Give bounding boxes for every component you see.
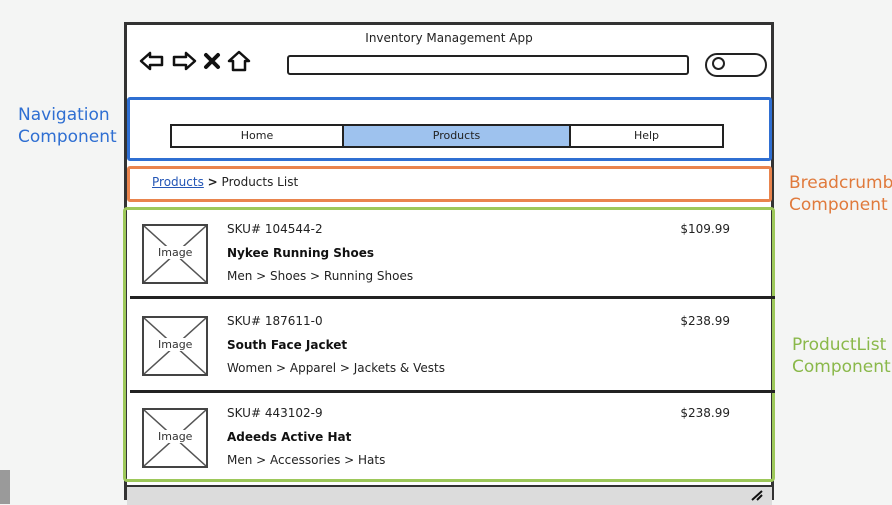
productlist-component: Image SKU# 104544-2 Nykee Running Shoes … xyxy=(123,207,775,482)
annotation-line: Component xyxy=(18,127,117,147)
navigation-annotation: Navigation Component xyxy=(18,104,117,148)
product-category: Men > Shoes > Running Shoes xyxy=(227,269,414,283)
list-item[interactable]: Image SKU# 443102-9 Adeeds Active Hat Me… xyxy=(132,398,772,478)
breadcrumb-current: Products List xyxy=(221,175,299,189)
breadcrumb-link-products[interactable]: Products xyxy=(152,175,204,189)
divider xyxy=(130,390,775,393)
annotation-line: Component xyxy=(792,357,891,377)
product-price: $238.99 xyxy=(680,314,730,328)
annotation-line: Component xyxy=(789,195,888,215)
product-image-placeholder: Image xyxy=(142,408,208,468)
annotation-line: ProductList xyxy=(792,335,887,355)
product-sku: SKU# 443102-9 xyxy=(227,406,323,420)
product-sku: SKU# 104544-2 xyxy=(227,222,323,236)
product-category: Men > Accessories > Hats xyxy=(227,453,386,467)
annotation-line: Breadcrumbs xyxy=(789,173,892,193)
window-title: Inventory Management App xyxy=(365,31,533,45)
list-item[interactable]: Image SKU# 187611-0 South Face Jacket Wo… xyxy=(132,306,772,386)
forward-arrow-icon[interactable] xyxy=(171,50,197,76)
productlist-annotation: ProductList Component xyxy=(792,334,891,378)
product-price: $109.99 xyxy=(680,222,730,236)
product-name[interactable]: South Face Jacket xyxy=(227,338,347,352)
resize-grip-icon[interactable] xyxy=(750,489,764,504)
image-label: Image xyxy=(156,338,195,351)
corner-shade xyxy=(0,470,10,504)
annotation-line: Navigation xyxy=(18,105,110,125)
search-button[interactable] xyxy=(705,53,767,77)
tab-help[interactable]: Help xyxy=(571,126,722,146)
tab-home[interactable]: Home xyxy=(172,126,344,146)
image-label: Image xyxy=(156,430,195,443)
breadcrumbs-annotation: Breadcrumbs Component xyxy=(789,172,892,216)
navigation-component: Home Products Help xyxy=(127,97,772,161)
product-category: Women > Apparel > Jackets & Vests xyxy=(227,361,445,375)
tab-products[interactable]: Products xyxy=(344,126,571,146)
product-sku: SKU# 187611-0 xyxy=(227,314,323,328)
product-name[interactable]: Adeeds Active Hat xyxy=(227,430,351,444)
product-image-placeholder: Image xyxy=(142,224,208,284)
browser-toolbar xyxy=(139,50,251,76)
address-bar[interactable] xyxy=(287,55,689,75)
breadcrumbs-component: Products > Products List xyxy=(127,166,772,202)
product-name[interactable]: Nykee Running Shoes xyxy=(227,246,374,260)
browser-window: Inventory Management App Home Products H… xyxy=(123,22,775,505)
image-label: Image xyxy=(156,246,195,259)
product-price: $238.99 xyxy=(680,406,730,420)
home-icon[interactable] xyxy=(227,50,251,76)
list-item[interactable]: Image SKU# 104544-2 Nykee Running Shoes … xyxy=(132,214,772,294)
divider xyxy=(130,296,775,299)
close-icon[interactable] xyxy=(203,51,221,75)
product-image-placeholder: Image xyxy=(142,316,208,376)
breadcrumb-separator: > xyxy=(207,175,218,189)
back-arrow-icon[interactable] xyxy=(139,50,165,76)
status-bar xyxy=(127,485,772,505)
nav-tabs: Home Products Help xyxy=(170,124,724,148)
search-icon xyxy=(712,57,725,70)
breadcrumb: Products > Products List xyxy=(152,175,298,189)
